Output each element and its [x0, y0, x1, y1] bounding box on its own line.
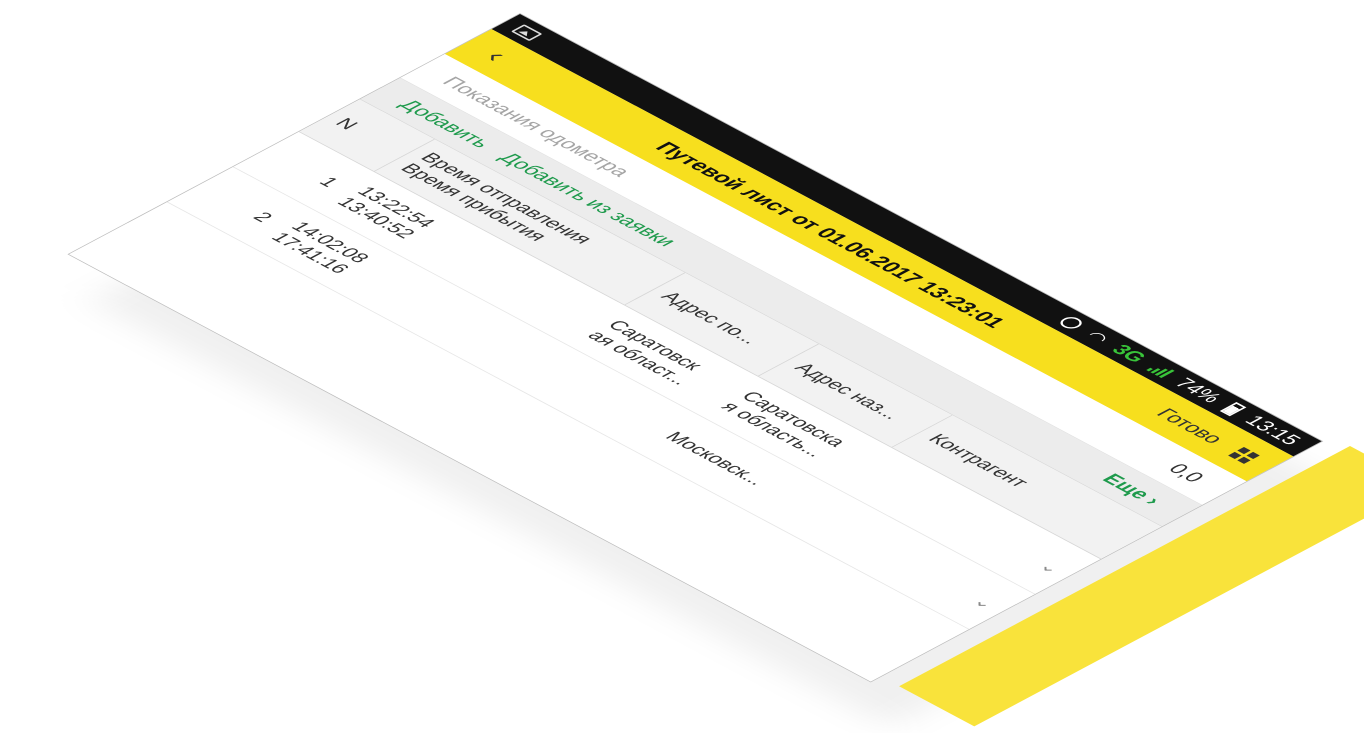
- wifi-icon: ◠: [1080, 328, 1114, 346]
- chevron-left-icon: ‹: [478, 46, 515, 66]
- chevron-down-icon: ⌄: [1034, 559, 1067, 577]
- grid-menu-icon: [1228, 446, 1260, 464]
- signal-strength-icon: [1146, 363, 1175, 378]
- odometer-value[interactable]: 0,0: [1163, 460, 1210, 485]
- battery-icon: [1219, 402, 1247, 417]
- gallery-notification-icon: [510, 24, 543, 42]
- alarm-icon: [1056, 314, 1087, 331]
- chevron-down-icon: ⌄: [968, 594, 1001, 612]
- column-label: N: [330, 115, 363, 133]
- stage: ◠ 3G 74% 13:15 ‹ Путевой лист от 01.06.2…: [0, 0, 1364, 733]
